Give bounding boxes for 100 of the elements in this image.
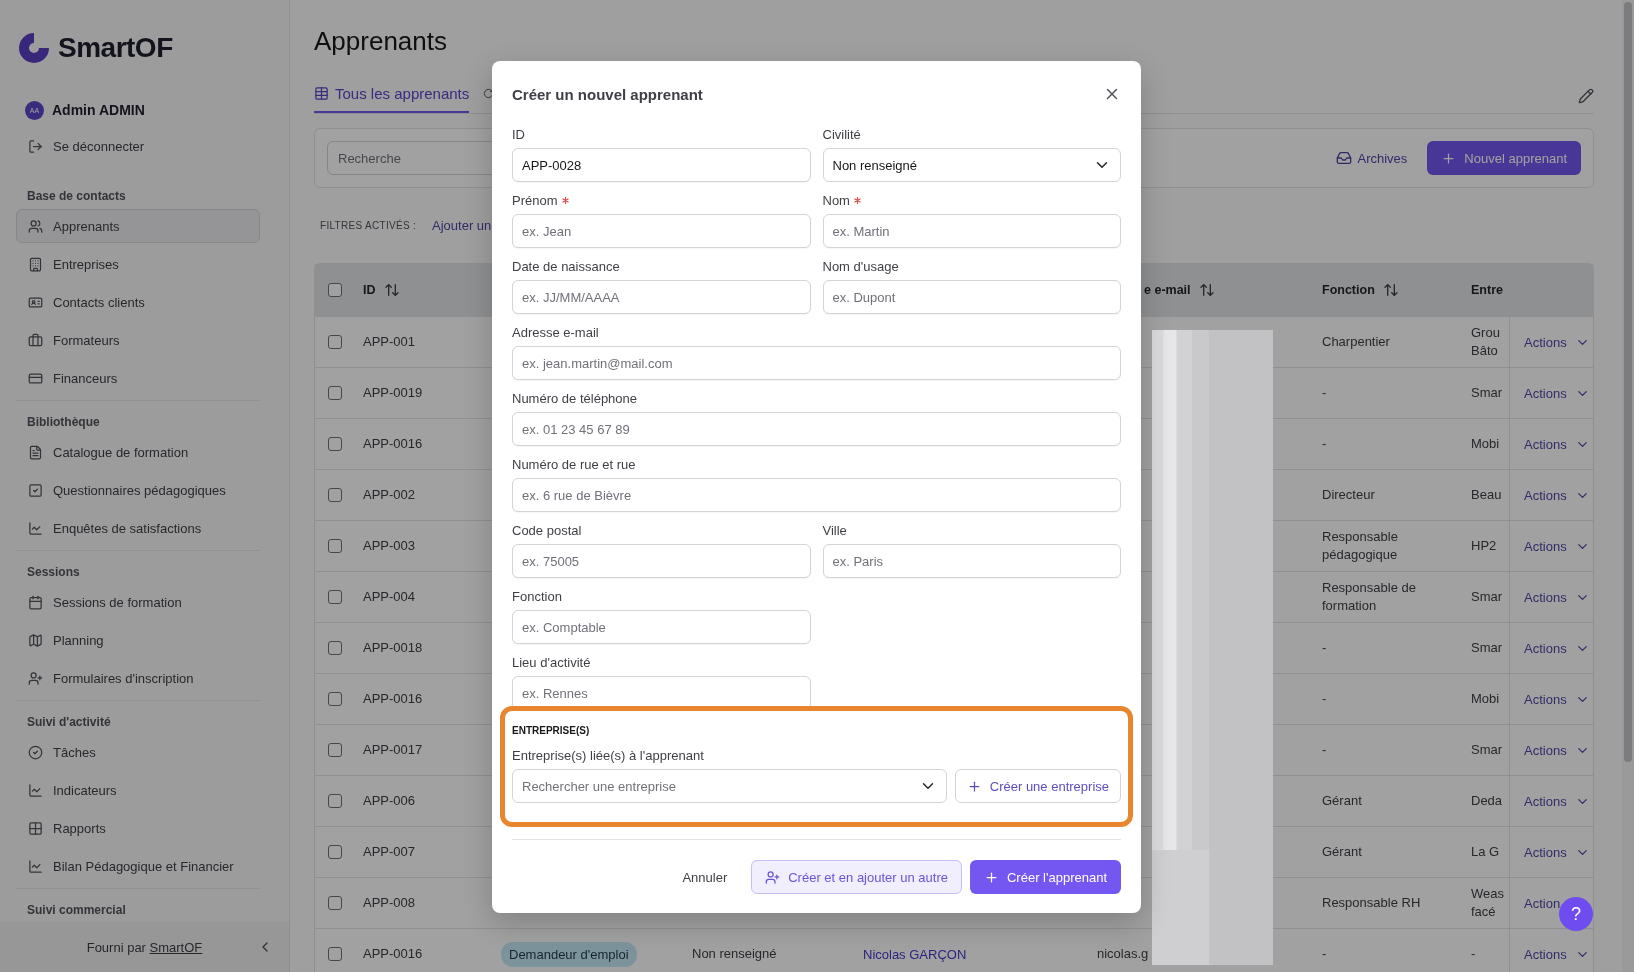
company-cell: HP2 [1471,537,1497,555]
function-cell: Gérant [1322,792,1362,810]
checkbox[interactable] [328,335,342,349]
checkbox[interactable] [328,641,342,655]
function-cell: - [1322,945,1327,963]
text-field[interactable]: ex. Paris [822,544,1121,578]
user-plus-icon [765,869,781,885]
text-field[interactable]: APP-0028 [512,148,811,182]
add-filter-link[interactable]: Ajouter un [432,218,492,233]
nav-item[interactable]: Rapports [16,811,260,845]
text-field[interactable]: ex. 6 rue de Bièvre [512,478,1121,512]
actions-button[interactable]: Actions [1524,538,1590,554]
actions-button[interactable]: Actions [1524,487,1590,503]
create-company-button[interactable]: Créer une entreprise [954,769,1121,803]
nav-item[interactable]: Entreprises [16,247,260,281]
actions-button[interactable]: Actions [1524,844,1590,860]
checkbox[interactable] [328,539,342,553]
actions-button[interactable]: Actions [1524,589,1590,605]
nav-item[interactable]: Enquêtes de satisfactions [16,511,260,545]
text-field[interactable]: ex. 01 23 45 67 89 [512,412,1121,446]
smartof-link[interactable]: SmartOF [149,939,203,955]
create-learner-button[interactable]: Créer l'apprenant [969,860,1121,894]
cancel-button[interactable]: Annuler [666,860,744,894]
text-field[interactable]: ex. JJ/MM/AAAA [512,280,811,314]
page-title: Apprenants [314,25,448,58]
id-cell: APP-002 [363,486,416,504]
id-cell: APP-0016 [363,435,423,453]
company-select[interactable]: Rechercher une entreprise [512,769,947,803]
nav-item[interactable]: Formulaires d'inscription [16,661,260,695]
checkbox[interactable] [328,437,342,451]
text-field[interactable]: ex. 75005 [512,544,811,578]
refresh-icon [483,87,495,99]
section-title: ENTREPRISE(S) [512,724,591,738]
function-cell: - [1322,384,1327,402]
actions-button[interactable]: Action [1524,895,1561,911]
checkbox[interactable] [328,692,342,706]
company-cell-text: Grou Bâto [1471,324,1501,360]
text-field[interactable]: ex. Martin [822,214,1121,248]
checkbox[interactable] [328,896,342,910]
table-icon [314,85,329,101]
checkbox[interactable] [328,283,342,297]
nav-item[interactable]: Bilan Pédagogique et Financier [16,849,260,883]
company-cell: Mobi [1471,690,1500,708]
nav-item[interactable]: Catalogue de formation [16,435,260,469]
function-cell: - [1322,690,1327,708]
user-name: Admin ADMIN [52,102,145,118]
column-header: ID [363,283,376,297]
archives-button[interactable]: Archives [1327,141,1416,175]
nav-item[interactable]: Planning [16,623,260,657]
actions-button[interactable]: Actions [1524,385,1590,401]
name-link[interactable]: Nicolas GARÇON [863,946,967,962]
field-label: Ville [822,523,847,538]
actions-button[interactable]: Actions [1524,742,1590,758]
field-label: Numéro de rue et rue [512,457,636,472]
sort-icon[interactable] [383,282,400,298]
nav-item[interactable]: Tâches [16,735,260,769]
edit-button[interactable] [1578,88,1594,104]
text-field[interactable]: ex. Dupont [822,280,1121,314]
status-badge: Demandeur d'emploi [501,941,637,967]
checkbox[interactable] [328,743,342,757]
nav-item[interactable]: Contacts clients [16,285,260,319]
field-label: Fonction [512,589,562,604]
nav-item[interactable]: Indicateurs [16,773,260,807]
checkbox-icon [28,482,43,498]
checkbox[interactable] [328,794,342,808]
scrollbar[interactable] [1622,0,1634,972]
actions-button[interactable]: Actions [1524,946,1590,962]
nav-item[interactable]: Formateurs [16,323,260,357]
checkbox[interactable] [328,488,342,502]
nav-item[interactable]: Sessions de formation [16,585,260,619]
function-cell: Gérant [1322,843,1362,861]
sort-icon[interactable] [1382,282,1399,298]
nav-item[interactable]: Apprenants [16,209,260,243]
actions-button[interactable]: Actions [1524,436,1590,452]
create-and-add-button[interactable]: Créer et en ajouter un autre [751,860,962,894]
checkbox[interactable] [328,386,342,400]
actions-button[interactable]: Actions [1524,793,1590,809]
select-field[interactable]: Non renseigné [822,148,1121,182]
id-cell: APP-0018 [363,639,423,657]
text-field[interactable]: ex. jean.martin@mail.com [512,346,1121,380]
nav-item[interactable]: Financeurs [16,361,260,395]
section-title: Suivi d'activité [26,714,112,730]
actions-button[interactable]: Actions [1524,334,1590,350]
checkbox[interactable] [328,845,342,859]
sort-icon[interactable] [1198,282,1215,298]
checkbox[interactable] [328,590,342,604]
actions-button[interactable]: Actions [1524,691,1590,707]
field-label: Entreprise(s) liée(s) à l'apprenant [512,748,704,763]
logout-item[interactable]: Se déconnecter [16,129,260,163]
actions-button[interactable]: Actions [1524,640,1590,656]
tab[interactable]: Tous les apprenants [314,79,470,113]
nav-item[interactable]: Questionnaires pédagogiques [16,473,260,507]
document-icon [28,444,43,460]
line-chart-icon [28,520,43,536]
checkbox[interactable] [328,947,342,961]
new-learner-button[interactable]: Nouvel apprenant [1427,141,1581,175]
text-field[interactable]: ex. Comptable [512,610,811,644]
text-field[interactable]: ex. Jean [512,214,811,248]
section-title: Bibliothèque [26,414,101,430]
building-icon [28,256,43,272]
